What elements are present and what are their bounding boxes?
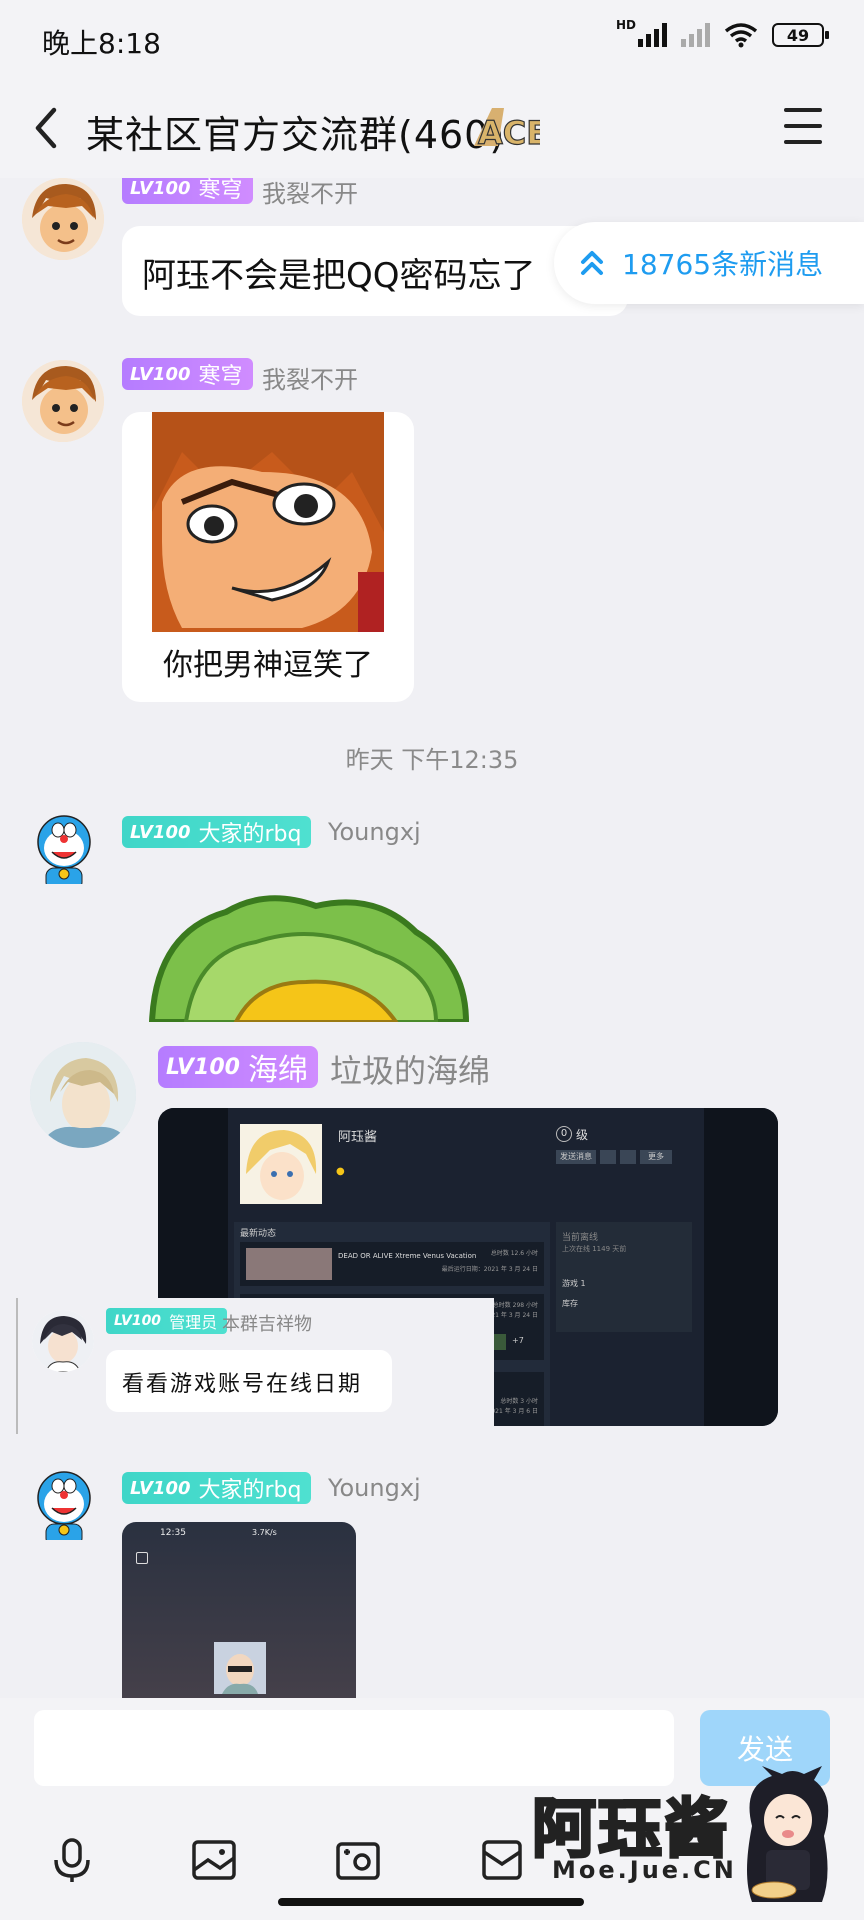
back-icon[interactable] [26,104,66,152]
side-inventory: 库存 [562,1299,578,1308]
timestamp: 昨天 下午12:35 [345,746,519,774]
sticker-message[interactable]: 你把男神逗笑了 [122,412,414,702]
message-bubble[interactable]: 看看游戏账号在线日期 [106,1350,392,1412]
status-panel: 当前离线 上次在线 1149 天前 游戏 1 库存 [556,1222,692,1332]
quote-card[interactable]: LV100 管理员 本群吉祥物 看看游戏账号在线日期 [16,1298,494,1434]
sender-nickname: 我裂不开 [262,366,358,394]
mic-icon[interactable] [48,1836,96,1884]
logo-text: ACE [478,114,540,152]
phone-status: 3.7K/s [252,1528,277,1537]
status-bar: 晚上8:18 HD 49 [0,0,864,78]
level-badge: LV100 大家的rbq [122,816,312,848]
title-bar: 某社区官方交流群(460) ACE [0,78,864,178]
level-circle: 0 [556,1126,572,1142]
message-text: 看看游戏账号在线日期 [122,1372,363,1397]
offline-sub: 上次在线 1149 天前 [562,1245,627,1253]
message-bubble[interactable]: 阿珏不会是把QQ密码忘了 [122,226,628,316]
status-time: 晚上8:18 [42,27,161,60]
level-badge: LV100 管理员 [106,1308,228,1334]
achievement-more: +7 [512,1336,524,1345]
avatar[interactable] [32,1310,94,1372]
game-date: 2021 年 3 月 6 日 [487,1408,538,1415]
badge-icon: ● [336,1166,345,1177]
camera-icon[interactable] [334,1836,382,1884]
copy-icon [136,1552,148,1564]
signal-weak-icon [681,23,710,47]
sticker-caption: 你把男神逗笑了 [163,648,373,683]
home-indicator[interactable] [278,1898,584,1906]
game-date: 最后运行日期：2021 年 3 月 24 日 [441,1266,538,1273]
game-hours: 总时数 3 小时 [500,1398,538,1405]
level-label: 级 [576,1128,589,1142]
sender-nickname: 垃圾的海绵 [330,1052,491,1090]
sender-nickname: Youngxj [328,818,421,846]
new-messages-button[interactable]: 18765条新消息 [554,222,864,304]
level-badge: LV100 寒穹 [122,178,253,204]
phone-time: 12:35 [160,1528,186,1538]
avatar[interactable] [22,178,104,260]
avatar[interactable] [22,360,104,442]
phone-screenshot[interactable]: 12:35 3.7K/s [122,1522,356,1698]
sender-nickname: 本群吉祥物 [222,1314,312,1335]
level-badge: LV100 海绵 [158,1046,318,1088]
offline-title: 当前离线 [562,1233,599,1243]
avatar[interactable] [30,812,102,884]
hd-label: HD [615,18,636,32]
level-badge: LV100 大家的rbq [122,1472,312,1504]
user-icon [620,1150,636,1164]
game-hours: 总时数 12.6 小时 [490,1250,538,1257]
mascot-image [747,1766,829,1902]
profile-username: 阿珏酱 [338,1130,378,1145]
game-title: DEAD OR ALIVE Xtreme Venus Vacation [338,1252,477,1260]
battery-icon: 49 [772,23,829,47]
game-hours: 总时数 298 小时 [492,1302,538,1309]
sender-nickname: Youngxj [328,1474,421,1502]
sender-nickname: 我裂不开 [262,180,358,208]
watermark-logo: 阿珏酱 Moe.Jue.CN [531,1766,829,1902]
sticker-image [152,412,384,632]
signal-icon [638,23,667,47]
watermark-sub: Moe.Jue.CN [552,1856,737,1884]
image-icon[interactable] [190,1836,238,1884]
avatar[interactable] [30,1468,102,1540]
bulb-icon [600,1150,616,1164]
level-badge: LV100 寒穹 [122,358,253,390]
group-title[interactable]: 某社区官方交流群(460) [86,104,505,159]
profile-avatar [240,1124,322,1204]
more-button: 更多 [640,1150,672,1164]
chat-area[interactable]: LV100 寒穹 我裂不开 阿珏不会是把QQ密码忘了 LV100 寒穹 我裂不开 你… [0,178,864,1698]
message-input[interactable] [34,1710,674,1786]
profile-thumbnail [214,1642,266,1694]
menu-icon[interactable] [784,108,822,144]
message-panel: LV100 海绵 垃圾的海绵 阿珏酱 ● 0 级 发送消息 更多 最新动态 DEA… [0,1022,864,1698]
gift-icon[interactable] [478,1836,526,1884]
send-message-button: 发送消息 [556,1150,596,1164]
recent-label: 最新动态 [240,1229,277,1239]
side-games: 游戏 1 [562,1279,586,1288]
ace-logo: ACE [474,108,540,152]
message-text: 阿珏不会是把QQ密码忘了 [142,256,536,296]
wifi-icon [724,22,758,48]
sticker-image[interactable] [146,892,476,1022]
avatar[interactable] [30,1042,136,1148]
system-icons: HD 49 [616,18,829,48]
new-messages-label: 18765条新消息 [622,248,824,281]
double-up-icon [581,251,603,275]
